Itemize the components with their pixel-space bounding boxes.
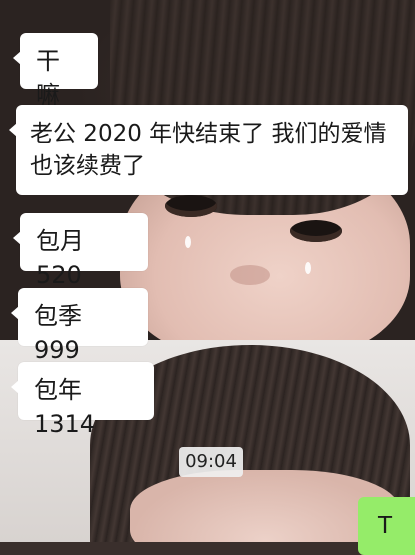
message-bubble-incoming[interactable]: 老公 2020 年快结束了 我们的爱情也该续费了 bbox=[9, 105, 408, 195]
message-timestamp: 09:04 bbox=[179, 447, 243, 477]
wallpaper-eye-right bbox=[290, 220, 342, 242]
wallpaper-nose bbox=[230, 265, 270, 285]
wallpaper-eye-left bbox=[165, 195, 217, 217]
message-text: T bbox=[378, 513, 393, 539]
message-bubble-incoming[interactable]: 包年 1314 bbox=[11, 362, 154, 438]
wallpaper-tear-right bbox=[305, 262, 311, 274]
message-bubble-incoming[interactable]: 包月 520 bbox=[13, 213, 148, 289]
message-text: 干嘛 bbox=[36, 47, 60, 109]
wallpaper-tear-left bbox=[185, 236, 191, 248]
message-bubble-incoming[interactable]: 干嘛 bbox=[13, 33, 98, 109]
message-text: 老公 2020 年快结束了 我们的爱情也该续费了 bbox=[30, 121, 387, 179]
message-text: 包月 520 bbox=[36, 227, 84, 289]
message-text: 包季 999 bbox=[34, 302, 82, 364]
message-text: 包年 1314 bbox=[34, 376, 96, 438]
message-bubble-incoming[interactable]: 包季 999 bbox=[11, 288, 148, 364]
message-bubble-outgoing[interactable]: T bbox=[358, 497, 415, 555]
